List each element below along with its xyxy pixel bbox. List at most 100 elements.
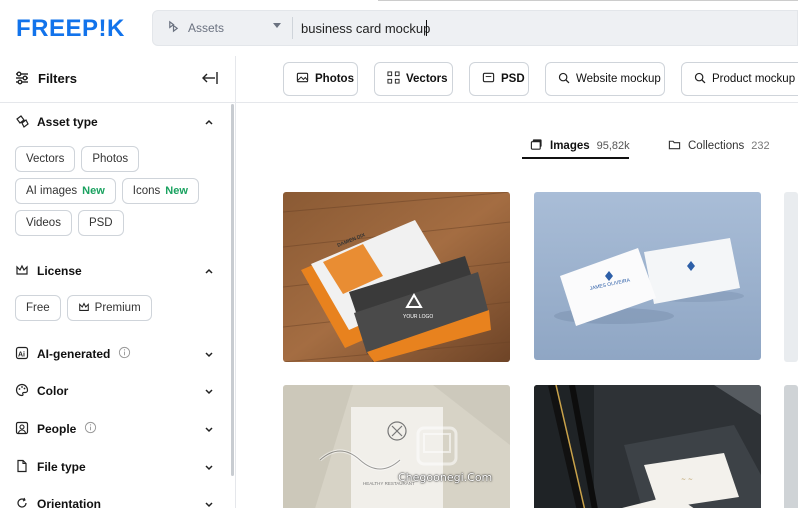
info-icon[interactable] — [118, 346, 131, 362]
tab-label: Collections — [688, 140, 745, 152]
ai-generated-section[interactable]: Ai AI-generated — [15, 344, 220, 364]
tab-count: 95,82k — [596, 140, 630, 152]
asset-type-icon — [15, 114, 29, 131]
chip-label: PSD — [88, 217, 113, 229]
chevron-down-icon — [204, 498, 214, 508]
card-script-text: ~ ~ — [681, 476, 693, 483]
result-card[interactable]: DAMIEN DIX YOUR LOGO — [283, 192, 510, 362]
color-title: Color — [37, 384, 69, 398]
svg-text:Ai: Ai — [18, 351, 25, 358]
button-label: Vectors — [406, 73, 448, 85]
text-caret — [426, 20, 427, 36]
orientation-header[interactable]: Orientation — [15, 494, 220, 508]
color-section[interactable]: Color — [15, 381, 220, 401]
chip-label: Free — [26, 302, 50, 314]
asset-type-select[interactable]: Assets — [153, 11, 293, 45]
result-card-partial[interactable] — [784, 385, 798, 508]
freepik-logo[interactable]: FREEP!K — [16, 15, 125, 43]
ai-generated-title: AI-generated — [37, 347, 111, 361]
people-title: People — [37, 422, 77, 436]
header: FREEP!K Assets business card mockup — [0, 0, 798, 56]
search-input[interactable]: business card mockup — [301, 11, 781, 45]
palette-icon — [15, 383, 29, 400]
freepik-search-page: FREEP!K Assets business card mockup Filt… — [0, 0, 798, 508]
chip-ai-images[interactable]: AI images New — [15, 178, 116, 204]
new-badge: New — [165, 185, 188, 197]
search-bar: Assets business card mockup — [152, 10, 798, 46]
people-section[interactable]: People — [15, 419, 220, 439]
tab-collections[interactable]: Collections 232 — [668, 136, 770, 156]
chip-label: AI images — [26, 185, 78, 197]
chip-vectors[interactable]: Vectors — [15, 146, 76, 172]
crown-icon — [78, 301, 90, 316]
asset-type-chips: Vectors Photos AI images New Icons New Vid… — [15, 146, 220, 236]
ai-generated-header[interactable]: Ai AI-generated — [15, 344, 220, 364]
license-chips: Free Premium — [15, 295, 220, 321]
file-type-header[interactable]: File type — [15, 457, 220, 477]
chevron-down-icon — [273, 23, 281, 28]
chevron-down-icon — [204, 348, 214, 362]
chip-videos[interactable]: Videos — [15, 210, 72, 236]
button-label: Product mockup — [712, 73, 796, 85]
chevron-down-icon — [204, 423, 214, 437]
chip-icons[interactable]: Icons New — [121, 178, 199, 204]
orientation-icon — [15, 496, 29, 508]
collapse-sidebar-icon[interactable] — [201, 70, 219, 91]
license-section: License Free Premium — [15, 261, 220, 321]
active-tab-indicator — [522, 157, 629, 159]
asset-type-header[interactable]: Asset type — [15, 112, 220, 132]
asset-type-title: Asset type — [37, 115, 98, 129]
info-icon[interactable] — [84, 421, 97, 437]
chevron-up-icon — [204, 265, 214, 279]
license-header[interactable]: License — [15, 261, 220, 281]
result-card[interactable]: JAMES OLIVEIRA — [534, 192, 761, 360]
filters-header: Filters — [0, 56, 235, 103]
sidebar-scrollbar[interactable] — [231, 104, 234, 476]
business-card-desk-image: ~ ~ — [534, 385, 761, 508]
people-header[interactable]: People — [15, 419, 220, 439]
chip-label: Vectors — [26, 153, 65, 165]
vectors-filter-button[interactable]: Vectors — [374, 62, 453, 96]
business-card-wood-image: DAMIEN DIX YOUR LOGO — [283, 192, 510, 362]
person-icon — [15, 421, 29, 438]
card-logo-text: YOUR LOGO — [403, 314, 433, 320]
chip-label: Premium — [94, 302, 141, 314]
chip-psd[interactable]: PSD — [77, 210, 124, 236]
search-icon — [558, 72, 570, 87]
license-title: License — [37, 264, 82, 278]
button-label: Photos — [315, 73, 354, 85]
folder-icon — [668, 138, 681, 154]
search-divider — [292, 17, 293, 39]
chip-label: Photos — [92, 153, 129, 165]
image-icon — [296, 71, 309, 87]
business-card-blue-image: JAMES OLIVEIRA — [534, 192, 761, 360]
chip-premium[interactable]: Premium — [66, 295, 152, 321]
website-mockup-button[interactable]: Website mockup — [545, 62, 665, 96]
photos-filter-button[interactable]: Photos — [283, 62, 358, 96]
result-card[interactable]: ~ ~ — [534, 385, 761, 508]
new-badge: New — [82, 185, 105, 197]
orientation-section[interactable]: Orientation — [15, 494, 220, 508]
top-divider — [378, 0, 798, 1]
product-mockup-button[interactable]: Product mockup — [681, 62, 798, 96]
result-card-partial[interactable] — [784, 192, 798, 362]
chip-label: Videos — [26, 217, 61, 229]
tab-images[interactable]: Images 95,82k — [530, 136, 630, 156]
filters-title: Filters — [38, 71, 78, 86]
color-header[interactable]: Color — [15, 381, 220, 401]
file-type-section[interactable]: File type — [15, 457, 220, 477]
vector-icon — [387, 71, 400, 87]
chip-label: Icons — [132, 185, 161, 197]
asset-type-section: Asset type Vectors Photos AI images New I… — [15, 112, 220, 236]
search-icon — [694, 72, 706, 87]
orientation-title: Orientation — [37, 497, 102, 508]
chip-photos[interactable]: Photos — [81, 146, 140, 172]
watermark-text: Chegoonegi.Com — [398, 471, 493, 484]
psd-filter-button[interactable]: PSD — [469, 62, 529, 96]
chip-free[interactable]: Free — [15, 295, 61, 321]
file-type-title: File type — [37, 460, 86, 474]
asset-select-label: Assets — [188, 21, 225, 35]
tab-label: Images — [550, 140, 590, 152]
related-searches-bar: Photos Vectors PSD Website mockup Produc… — [236, 56, 798, 103]
images-icon — [530, 138, 543, 154]
